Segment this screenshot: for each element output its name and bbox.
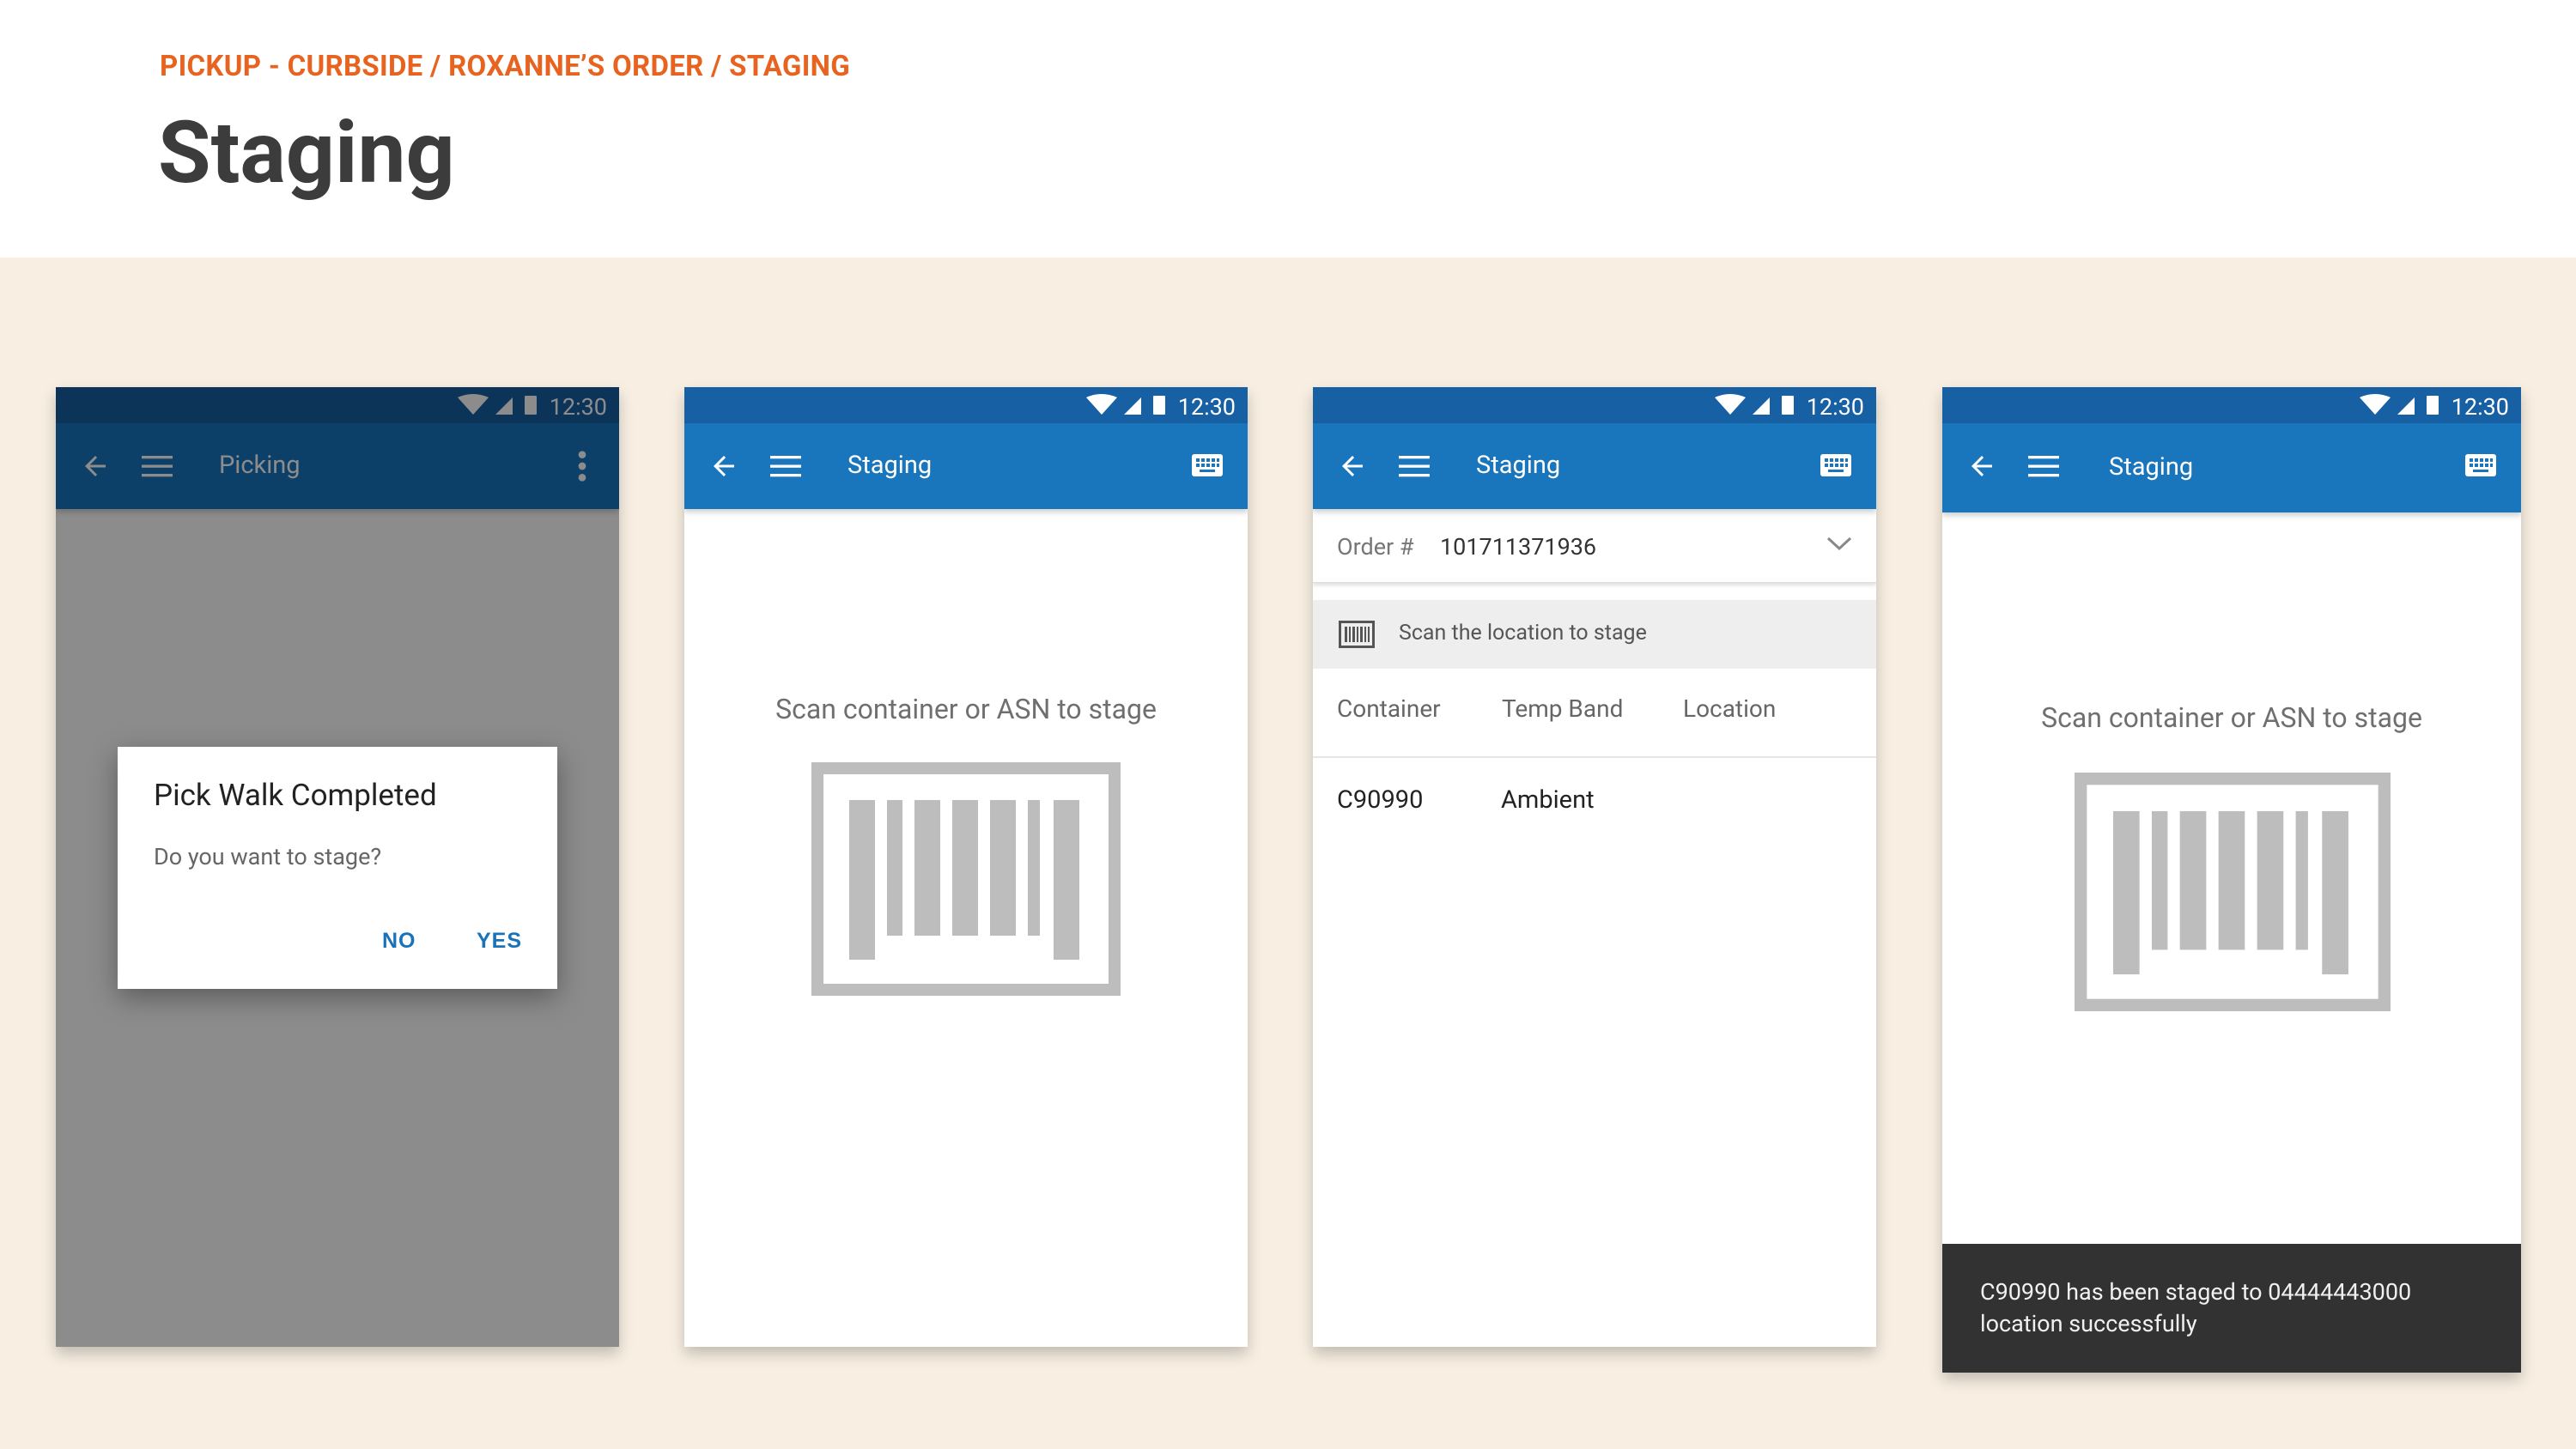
keyboard-icon[interactable] <box>1820 452 1852 478</box>
app-bar-title: Staging <box>1476 451 1561 480</box>
status-time: 12:30 <box>2451 393 2509 421</box>
status-bar: 12:30 <box>1313 387 1876 423</box>
back-arrow-icon[interactable] <box>708 451 739 482</box>
status-time: 12:30 <box>1806 393 1864 421</box>
success-snackbar: C90990 has been staged to 04444443000 lo… <box>1942 1244 2521 1373</box>
status-bar: 12:30 <box>1942 387 2521 423</box>
cell-container: C90990 <box>1337 785 1424 815</box>
keyboard-icon[interactable] <box>2464 452 2497 478</box>
page-title: Staging <box>158 103 455 203</box>
app-bar-title: Staging <box>848 451 933 480</box>
dialog-title: Pick Walk Completed <box>154 778 437 813</box>
barcode-icon[interactable] <box>811 762 1121 996</box>
menu-icon[interactable] <box>2028 452 2059 480</box>
barcode-icon <box>1339 621 1375 648</box>
yes-button[interactable]: YES <box>477 929 522 954</box>
order-number: 101711371936 <box>1440 533 1597 561</box>
menu-icon[interactable] <box>1399 452 1430 480</box>
barcode-icon[interactable] <box>2074 773 2391 1011</box>
status-icons <box>1086 394 1165 415</box>
app-bar: Staging <box>1942 423 2521 512</box>
status-icons <box>1715 394 1794 415</box>
mockup-canvas: 12:30 Picking Pick Walk Completed Do you… <box>0 258 2576 1449</box>
back-arrow-icon[interactable] <box>1966 451 1997 482</box>
scan-hint-text: Scan the location to stage <box>1399 621 1647 646</box>
column-header-container: Container <box>1337 694 1441 723</box>
page-header: PICKUP - CURBSIDE / ROXANNE’S ORDER / ST… <box>0 0 2576 258</box>
status-icons <box>2360 394 2439 415</box>
table-divider <box>1313 756 1876 758</box>
pick-walk-dialog: Pick Walk Completed Do you want to stage… <box>118 747 557 989</box>
scan-prompt: Scan container or ASN to stage <box>775 693 1157 725</box>
phone-screen-staging-success: 12:30 Staging Scan container or ASN to s… <box>1942 387 2521 1373</box>
phone-screen-picking: 12:30 Picking Pick Walk Completed Do you… <box>56 387 619 1347</box>
snackbar-message: C90990 has been staged to 04444443000 lo… <box>1980 1278 2412 1337</box>
keyboard-icon[interactable] <box>1191 452 1224 478</box>
scan-prompt: Scan container or ASN to stage <box>2041 701 2422 734</box>
status-time: 12:30 <box>1177 393 1236 421</box>
column-header-location: Location <box>1683 694 1777 723</box>
menu-icon[interactable] <box>770 452 801 480</box>
column-header-temp-band: Temp Band <box>1502 694 1624 723</box>
app-bar-title: Staging <box>2109 452 2194 482</box>
cell-temp-band: Ambient <box>1501 785 1595 815</box>
chevron-down-icon[interactable] <box>1826 535 1852 552</box>
phone-screen-staging-scan: 12:30 Staging Scan container or ASN to s… <box>684 387 1248 1347</box>
dialog-message: Do you want to stage? <box>154 843 382 870</box>
breadcrumb: PICKUP - CURBSIDE / ROXANNE’S ORDER / ST… <box>160 50 851 83</box>
phone-screen-staging-location: 12:30 Staging Order # 101711371936 Scan … <box>1313 387 1876 1347</box>
back-arrow-icon[interactable] <box>1337 451 1368 482</box>
scan-location-hint: Scan the location to stage <box>1313 600 1876 669</box>
no-button[interactable]: NO <box>382 929 416 954</box>
order-selector[interactable]: Order # 101711371936 <box>1313 509 1876 583</box>
app-bar: Staging <box>1313 423 1876 509</box>
order-label: Order # <box>1337 533 1414 561</box>
status-bar: 12:30 <box>684 387 1248 423</box>
app-bar: Staging <box>684 423 1248 509</box>
